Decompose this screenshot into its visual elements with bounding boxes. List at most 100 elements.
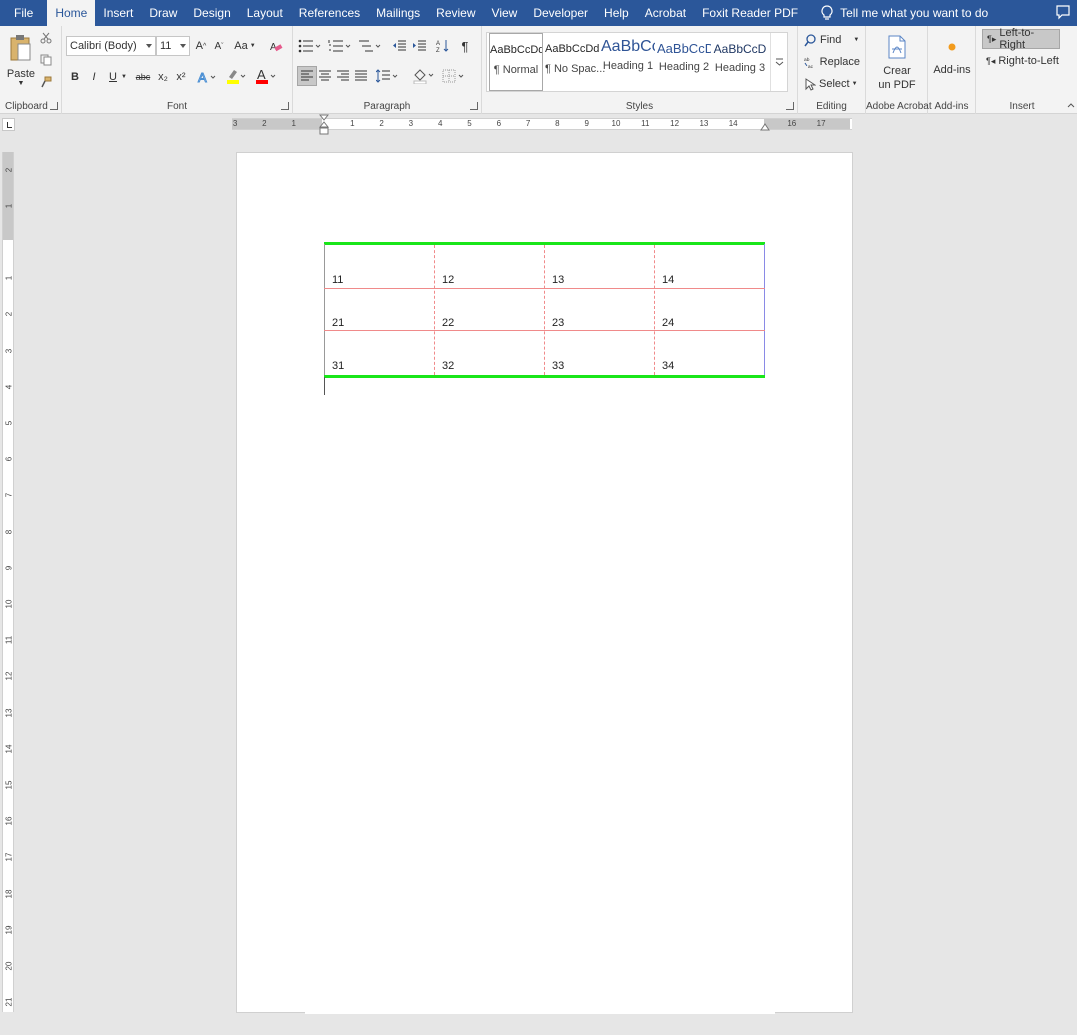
superscript-button[interactable]: x² bbox=[174, 68, 188, 86]
tab-file[interactable]: File bbox=[0, 0, 47, 26]
table-cell[interactable]: 14 bbox=[662, 274, 674, 286]
table-cell[interactable]: 11 bbox=[332, 274, 343, 286]
select-label: Select bbox=[819, 78, 850, 90]
shrink-font-button[interactable]: Aˇ bbox=[212, 38, 226, 54]
table-cell[interactable]: 12 bbox=[442, 274, 454, 286]
ribbon: Paste ▼ Clipboard Calibri (Body) 11 A ^ A… bbox=[0, 26, 1077, 114]
style-no-spacing[interactable]: AaBbCcDd ¶ No Spac... bbox=[545, 33, 605, 91]
eraser-icon: A bbox=[270, 42, 283, 53]
font-family-combo[interactable]: Calibri (Body) bbox=[66, 36, 156, 56]
scissors-icon bbox=[40, 32, 52, 44]
bullets-button[interactable] bbox=[297, 38, 323, 54]
find-button[interactable]: Find ▼ bbox=[804, 32, 860, 48]
justify-button[interactable] bbox=[353, 66, 369, 86]
addins-button[interactable]: Add-ins bbox=[930, 36, 974, 82]
collapse-ribbon-button[interactable] bbox=[1066, 100, 1076, 110]
tab-mailings[interactable]: Mailings bbox=[368, 0, 428, 26]
style-heading-2[interactable]: AaBbCcD Heading 2 bbox=[657, 33, 711, 91]
tab-design[interactable]: Design bbox=[185, 0, 238, 26]
table-cell[interactable]: 33 bbox=[552, 360, 564, 372]
tab-developer[interactable]: Developer bbox=[525, 0, 596, 26]
paste-button[interactable]: Paste ▼ bbox=[4, 30, 38, 90]
replace-button[interactable]: ab ac Replace bbox=[804, 54, 860, 70]
clipboard-dialog-launcher[interactable] bbox=[50, 102, 58, 110]
tab-home[interactable]: Home bbox=[47, 0, 96, 26]
subscript-button[interactable]: x₂ bbox=[156, 68, 170, 86]
increase-indent-button[interactable] bbox=[411, 38, 427, 54]
paragraph-dialog-launcher[interactable] bbox=[470, 102, 478, 110]
styles-dialog-launcher[interactable] bbox=[786, 102, 794, 110]
tab-selector[interactable] bbox=[2, 118, 15, 131]
table-cell[interactable]: 13 bbox=[552, 274, 564, 286]
cut-button[interactable] bbox=[38, 30, 54, 46]
grow-font-button[interactable]: A ^ bbox=[194, 38, 208, 54]
chevron-down-icon: ▼ bbox=[853, 37, 860, 43]
align-right-button[interactable] bbox=[335, 66, 351, 86]
sort-button[interactable]: AZ bbox=[435, 38, 451, 54]
format-painter-button[interactable] bbox=[38, 74, 54, 90]
ruler-number: 16 bbox=[4, 816, 14, 826]
right-to-left-button[interactable]: ¶◂ Right-to-Left bbox=[982, 51, 1060, 71]
borders-button[interactable] bbox=[441, 66, 467, 86]
tab-foxit[interactable]: Foxit Reader PDF bbox=[694, 0, 806, 26]
show-marks-button[interactable]: ¶ bbox=[457, 38, 473, 54]
numbering-button[interactable] bbox=[327, 38, 353, 54]
tab-help[interactable]: Help bbox=[596, 0, 637, 26]
table-cell[interactable]: 23 bbox=[552, 317, 564, 329]
font-dialog-launcher[interactable] bbox=[281, 102, 289, 110]
tab-acrobat[interactable]: Acrobat bbox=[637, 0, 694, 26]
tab-draw[interactable]: Draw bbox=[141, 0, 185, 26]
tab-references[interactable]: References bbox=[291, 0, 368, 26]
styles-more-button[interactable] bbox=[770, 33, 787, 91]
table-cell[interactable]: 21 bbox=[332, 317, 344, 329]
font-color-button[interactable]: A bbox=[254, 66, 278, 86]
underline-button[interactable]: U bbox=[106, 68, 120, 86]
first-line-indent-marker[interactable] bbox=[319, 114, 329, 136]
table-cell[interactable]: 31 bbox=[332, 360, 344, 372]
insert-group: ¶▸ Left-to-Right ¶◂ Right-to-Left Insert bbox=[976, 26, 1068, 114]
bold-button[interactable]: B bbox=[68, 68, 82, 86]
create-pdf-button[interactable]: Crear un PDF bbox=[870, 32, 924, 94]
style-heading-1-preview: AaBbCc bbox=[601, 38, 655, 55]
document-table[interactable]: 11 12 13 14 21 22 23 24 31 32 33 34 bbox=[324, 242, 765, 378]
shading-button[interactable] bbox=[411, 66, 437, 86]
tab-insert[interactable]: Insert bbox=[95, 0, 141, 26]
tab-review[interactable]: Review bbox=[428, 0, 483, 26]
left-to-right-button[interactable]: ¶▸ Left-to-Right bbox=[982, 27, 1060, 51]
comment-icon[interactable] bbox=[1055, 4, 1071, 20]
table-cell[interactable]: 34 bbox=[662, 360, 674, 372]
table-cell[interactable]: 24 bbox=[662, 317, 674, 329]
ruler-number: 2 bbox=[4, 312, 14, 317]
strikethrough-button[interactable]: abc bbox=[134, 68, 152, 86]
tell-me-search[interactable]: Tell me what you want to do bbox=[818, 0, 988, 26]
font-size-combo[interactable]: 11 bbox=[156, 36, 190, 56]
decrease-indent-button[interactable] bbox=[391, 38, 407, 54]
clear-formatting-button[interactable]: A bbox=[268, 38, 284, 54]
copy-button[interactable] bbox=[38, 52, 54, 68]
align-center-button[interactable] bbox=[317, 66, 333, 86]
italic-button[interactable]: I bbox=[87, 68, 101, 86]
svg-text:ab: ab bbox=[804, 57, 810, 63]
table-cell[interactable]: 22 bbox=[442, 317, 454, 329]
right-indent-marker[interactable] bbox=[760, 122, 770, 132]
style-heading-1[interactable]: AaBbCc Heading 1 bbox=[601, 33, 655, 91]
chevron-down-icon[interactable]: ▼ bbox=[120, 68, 128, 86]
increase-indent-icon bbox=[413, 40, 426, 51]
ruler-number: 11 bbox=[641, 119, 650, 128]
highlight-button[interactable] bbox=[224, 66, 248, 86]
change-case-button[interactable]: Aa ▼ bbox=[234, 38, 256, 54]
multilevel-list-button[interactable] bbox=[357, 38, 383, 54]
vertical-ruler[interactable]: 2 1 1 2 3 4 5 6 7 8 9 10 11 12 13 14 15 16 17 18 19 20 21 bbox=[2, 152, 14, 1012]
style-normal[interactable]: AaBbCcDd ¶ Normal bbox=[489, 33, 543, 91]
paintbrush-icon bbox=[41, 76, 52, 88]
style-heading-3[interactable]: AaBbCcD Heading 3 bbox=[713, 33, 767, 91]
table-cell[interactable]: 32 bbox=[442, 360, 454, 372]
tab-view[interactable]: View bbox=[484, 0, 526, 26]
align-left-button[interactable] bbox=[297, 66, 317, 86]
ruler-number: 1 bbox=[4, 203, 14, 209]
tab-layout[interactable]: Layout bbox=[239, 0, 291, 26]
line-spacing-button[interactable] bbox=[375, 66, 401, 86]
text-effects-button[interactable]: A bbox=[196, 68, 218, 86]
select-button[interactable]: Select ▼ bbox=[804, 76, 860, 92]
adobe-acrobat-group-label: Adobe Acrobat bbox=[866, 101, 932, 112]
